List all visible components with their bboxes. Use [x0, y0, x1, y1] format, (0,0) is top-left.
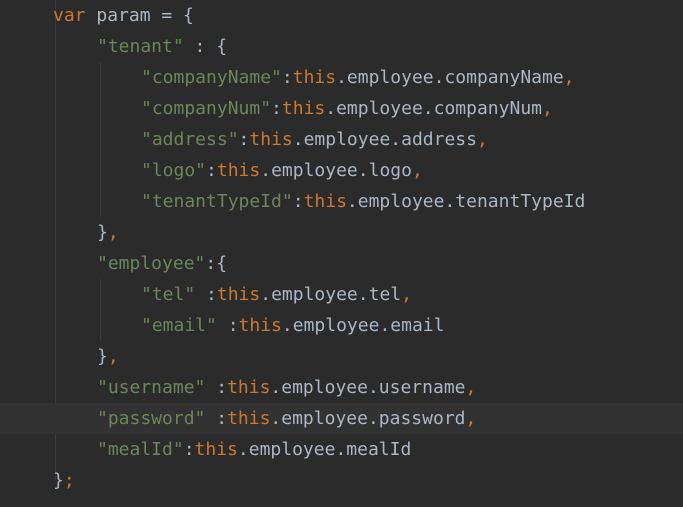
code-token: "companyName" [141, 67, 282, 88]
code-token: "tel" [141, 284, 196, 305]
code-token: this [216, 160, 261, 181]
code-token: "address" [141, 129, 239, 150]
code-token: .employee.username [270, 377, 466, 398]
code-token: : [281, 67, 293, 88]
code-token: , [476, 129, 488, 150]
code-token: "password" [97, 408, 206, 429]
code-token: "tenant" [97, 36, 184, 57]
code-token: this [227, 377, 271, 398]
code-token: : { [183, 36, 228, 57]
code-token: this [303, 191, 347, 212]
code-token: .employee.companyName [336, 67, 564, 88]
code-line-13[interactable]: "username" :this.employee.username, [0, 372, 683, 403]
code-token: this [238, 315, 282, 336]
code-token: "mealId" [97, 439, 184, 460]
code-token: .employee.address [292, 129, 477, 150]
code-token: : [195, 284, 217, 305]
code-token: , [107, 346, 119, 367]
code-token: this [281, 98, 326, 119]
code-token: : [206, 160, 217, 181]
code-line-11[interactable]: "email" :this.employee.email [0, 310, 683, 341]
code-line-1[interactable]: var param = { [0, 0, 683, 31]
code-token: "employee" [97, 253, 206, 274]
code-token: this [216, 284, 261, 305]
code-token: this [227, 408, 271, 429]
code-token: this [194, 439, 238, 460]
code-token: .employee.mealId [237, 439, 412, 460]
code-line-5[interactable]: "address":this.employee.address, [0, 124, 683, 155]
code-token: : [216, 315, 239, 336]
code-line-2[interactable]: "tenant" : { [0, 31, 683, 62]
code-line-16[interactable]: }; [0, 465, 683, 496]
code-token: :{ [205, 253, 228, 274]
code-token: .employee.logo [260, 160, 412, 181]
code-token: .employee.tenantTypeId [346, 191, 586, 212]
code-token: .employee.tel [260, 284, 402, 305]
code-line-7[interactable]: "tenantTypeId":this.employee.tenantTypeI… [0, 186, 683, 217]
code-line-9[interactable]: "employee":{ [0, 248, 683, 279]
code-token: : [205, 377, 228, 398]
code-token: .employee.companyNum [325, 98, 542, 119]
code-token: , [542, 98, 553, 119]
code-token: "tenantTypeId" [141, 191, 293, 212]
code-editor[interactable]: var param = { "tenant" : { "companyName"… [0, 0, 683, 507]
code-token: , [563, 67, 575, 88]
code-line-15[interactable]: "mealId":this.employee.mealId [0, 434, 683, 465]
code-token: "logo" [141, 160, 207, 181]
code-line-6[interactable]: "logo":this.employee.logo, [0, 155, 683, 186]
code-token: "username" [97, 377, 206, 398]
code-token: , [465, 377, 477, 398]
code-token: : [183, 439, 195, 460]
code-token: } [97, 222, 108, 243]
code-token: , [465, 408, 477, 429]
code-token: , [411, 160, 423, 181]
code-token: } [97, 346, 108, 367]
code-token: : [205, 408, 228, 429]
code-token: .employee.email [281, 315, 445, 336]
code-line-8[interactable]: }, [0, 217, 683, 248]
code-token: "companyNum" [141, 98, 272, 119]
code-token: param = { [85, 5, 194, 26]
code-token: , [401, 284, 412, 305]
code-token: , [107, 222, 119, 243]
code-line-10[interactable]: "tel" :this.employee.tel, [0, 279, 683, 310]
code-line-14-current[interactable]: "password" :this.employee.password, [0, 403, 683, 434]
code-token: var [53, 5, 86, 26]
code-token: : [271, 98, 282, 119]
code-token: "email" [141, 315, 217, 336]
code-line-12[interactable]: }, [0, 341, 683, 372]
code-token: : [238, 129, 250, 150]
code-line-4[interactable]: "companyNum":this.employee.companyNum, [0, 93, 683, 124]
code-token: this [292, 67, 337, 88]
code-token: } [53, 470, 64, 491]
code-line-3[interactable]: "companyName":this.employee.companyName, [0, 62, 683, 93]
code-token: this [249, 129, 293, 150]
code-token: ; [63, 470, 75, 491]
code-token: : [292, 191, 304, 212]
code-token: .employee.password [270, 408, 466, 429]
